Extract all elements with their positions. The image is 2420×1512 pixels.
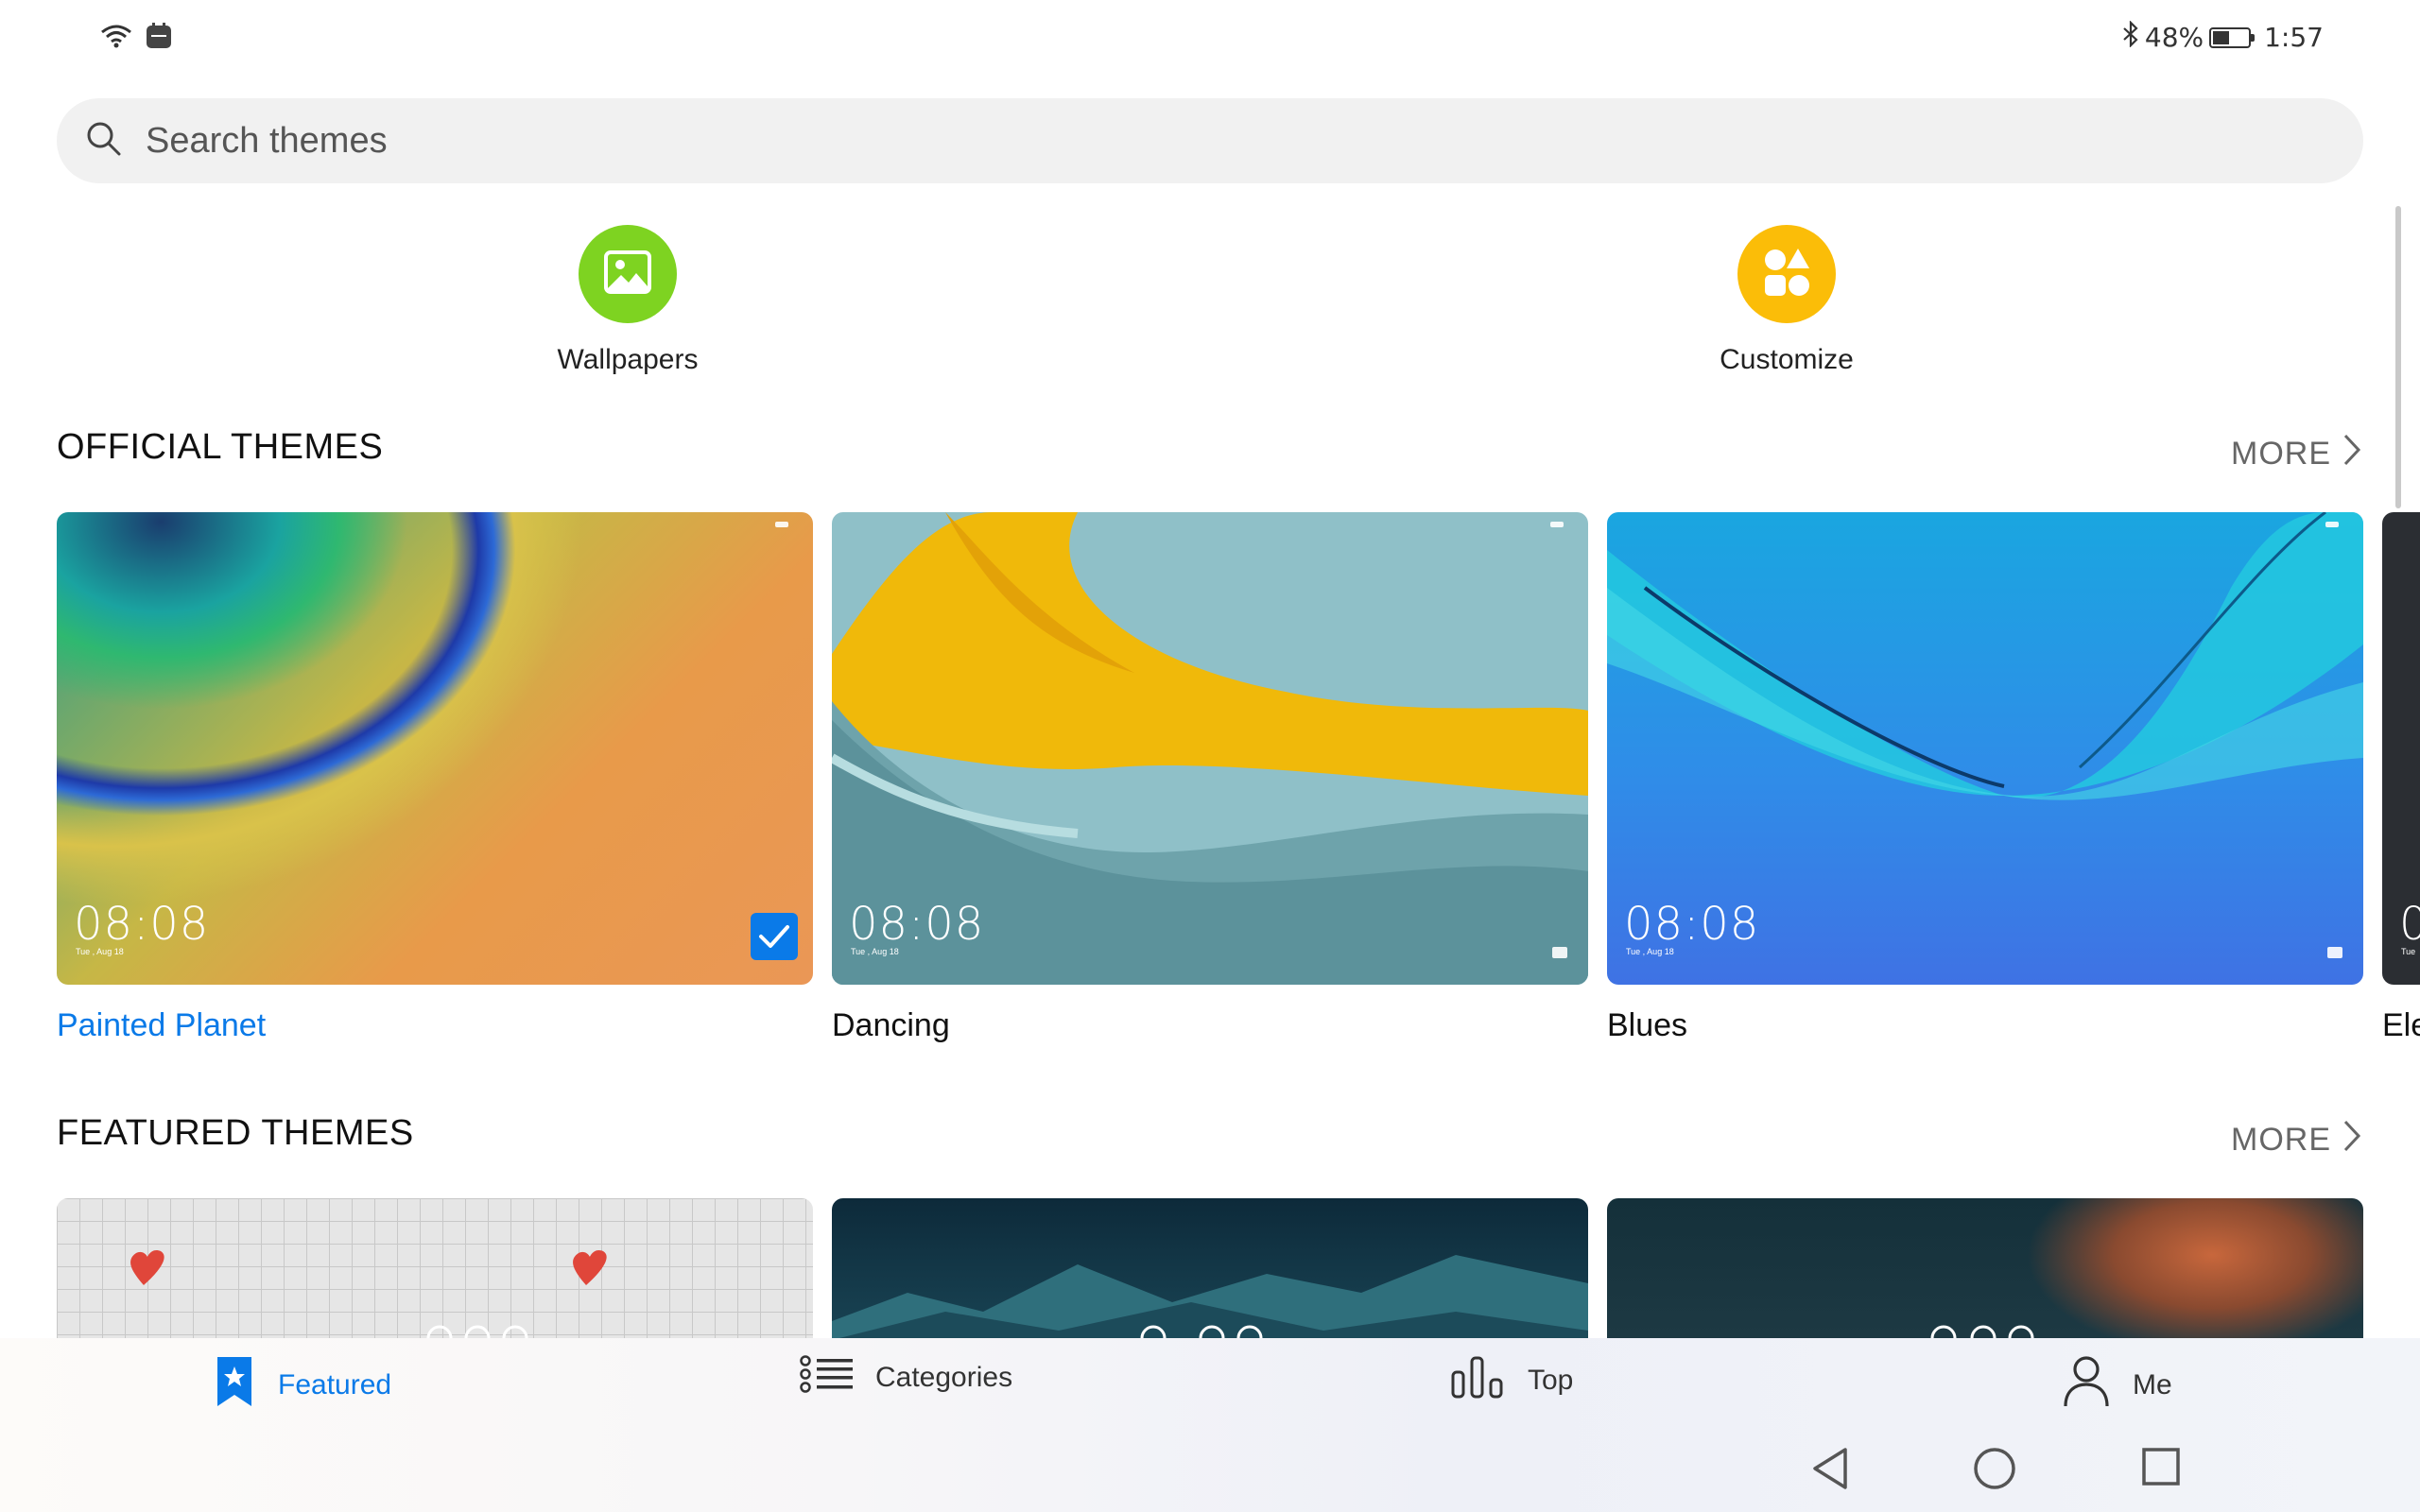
lock-date: Tue , Aug 18 <box>851 947 899 956</box>
theme-thumbnail[interactable]: 08:08 Tue , Aug 18 <box>832 512 1588 985</box>
status-pill <box>775 522 788 527</box>
battery-level <box>2213 30 2230 44</box>
image-icon <box>602 247 653 302</box>
theme-card-dancing[interactable]: 08:08 Tue , Aug 18 Dancing <box>832 512 1588 1044</box>
featured-more-button[interactable]: MORE <box>2231 1119 2361 1161</box>
scrollbar[interactable] <box>2395 206 2401 508</box>
nav-top[interactable]: Top <box>1450 1355 1573 1406</box>
status-bar: 48% 1:57 <box>0 0 2420 76</box>
person-icon <box>2063 1355 2110 1416</box>
battery-icon <box>2209 26 2256 48</box>
lock-time: 08:08 <box>849 898 985 951</box>
nav-label: Me <box>2133 1369 2172 1400</box>
hearts-artwork <box>130 1250 607 1349</box>
camera-icon <box>2327 947 2342 958</box>
status-pill <box>1550 522 1564 527</box>
lock-time: 08:08 <box>74 898 210 951</box>
featured-theme-card-hearts[interactable] <box>57 1198 813 1349</box>
theme-title: Dancing <box>832 1007 950 1043</box>
customize-icon-circle <box>1737 225 1836 323</box>
home-circle-icon <box>1972 1448 2017 1495</box>
lock-time: 0 <box>2399 898 2420 951</box>
shapes-icon <box>1760 246 1813 303</box>
mountains-artwork <box>832 1255 1588 1349</box>
selected-check-icon <box>751 913 798 960</box>
more-label: MORE <box>2231 1122 2331 1158</box>
bookmark-star-icon <box>214 1355 255 1416</box>
battery-percent: 48% <box>2144 22 2204 53</box>
recents-button[interactable] <box>2140 1446 2182 1492</box>
clock: 1:57 <box>2264 22 2324 53</box>
search-bar[interactable] <box>57 98 2363 183</box>
theme-card-painted-planet[interactable]: 08:08 Tue , Aug 18 Painted Planet <box>57 512 813 1044</box>
featured-theme-card-nebula[interactable] <box>1607 1198 2363 1349</box>
lock-date: Tue , Aug 18 <box>1626 947 1674 956</box>
theme-card-partial[interactable]: 0 Tue Ele <box>2382 512 2420 1044</box>
wallpapers-label: Wallpapers <box>557 344 699 375</box>
theme-thumbnail[interactable]: 08:08 Tue , Aug 18 <box>1607 512 2363 985</box>
nav-label: Categories <box>875 1362 1013 1393</box>
list-icon <box>800 1355 853 1400</box>
nav-label: Top <box>1528 1365 1574 1396</box>
status-left <box>100 23 172 54</box>
search-input[interactable] <box>144 119 2038 163</box>
notification-app-icon <box>146 23 172 54</box>
bar-chart-icon <box>1450 1355 1505 1406</box>
featured-theme-card-night-mountains[interactable] <box>832 1198 1588 1349</box>
chevron-right-icon <box>2342 433 2361 475</box>
nav-categories[interactable]: Categories <box>800 1355 1012 1400</box>
recents-square-icon <box>2140 1448 2182 1491</box>
customize-label: Customize <box>1720 344 1854 375</box>
camera-icon <box>1552 947 1567 958</box>
bluetooth-icon <box>2122 20 2139 54</box>
theme-title: Painted Planet <box>57 1007 267 1043</box>
nav-featured[interactable]: Featured <box>214 1355 391 1416</box>
home-button[interactable] <box>1972 1446 2017 1496</box>
chevron-right-icon <box>2342 1119 2361 1161</box>
theme-title: Blues <box>1607 1007 1688 1043</box>
lock-time: 08:08 <box>1624 898 1760 951</box>
official-themes-title: OFFICIAL THEMES <box>57 427 384 467</box>
nav-label: Featured <box>278 1369 392 1400</box>
lock-date: Tue , Aug 18 <box>76 947 124 956</box>
search-icon <box>85 120 123 163</box>
theme-title: Ele <box>2382 1007 2420 1043</box>
featured-themes-title: FEATURED THEMES <box>57 1113 414 1153</box>
official-more-button[interactable]: MORE <box>2231 433 2361 475</box>
theme-card-blues[interactable]: 08:08 Tue , Aug 18 Blues <box>1607 512 2363 1044</box>
wifi-icon <box>100 24 132 53</box>
nav-me[interactable]: Me <box>2063 1355 2172 1416</box>
wallpapers-icon-circle <box>579 225 677 323</box>
nebula-artwork <box>1930 1325 2034 1349</box>
more-label: MORE <box>2231 436 2331 472</box>
status-right: 48% 1:57 <box>2122 20 2324 54</box>
wallpapers-button[interactable]: Wallpapers <box>486 225 769 376</box>
customize-button[interactable]: Customize <box>1645 225 1928 376</box>
status-pill <box>2325 522 2339 527</box>
theme-thumbnail[interactable]: 0 Tue <box>2382 512 2420 985</box>
lock-date: Tue <box>2401 947 2416 956</box>
theme-thumbnail[interactable]: 08:08 Tue , Aug 18 <box>57 512 813 985</box>
back-button[interactable] <box>1809 1446 1851 1496</box>
back-triangle-icon <box>1809 1448 1851 1495</box>
